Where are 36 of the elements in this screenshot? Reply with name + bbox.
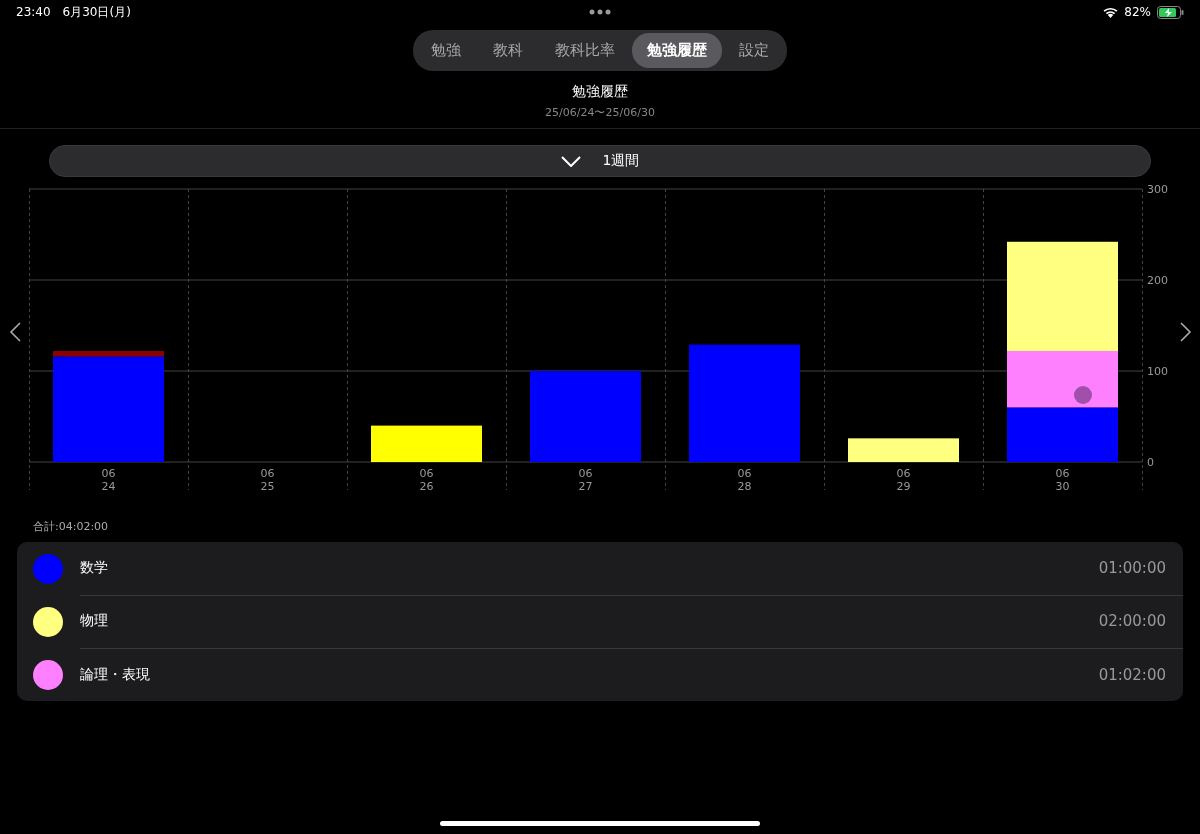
x-axis-label: 06 28 (737, 467, 752, 493)
date-range: 25/06/24〜25/06/30 (544, 105, 656, 120)
subject-name: 数学 (80, 559, 108, 577)
chevron-right-icon (1179, 322, 1192, 342)
tab[interactable]: 教科比率 (540, 33, 630, 68)
y-axis-label: 100 (1147, 365, 1168, 378)
subject-time: 01:02:00 (1098, 665, 1166, 684)
x-axis-label: 06 26 (419, 467, 434, 493)
x-axis-label: 06 24 (101, 467, 116, 493)
chevron-left-icon (8, 322, 21, 342)
battery-charging-icon (1157, 5, 1184, 19)
tab[interactable]: 教科 (478, 33, 538, 68)
battery-percent: 82% (1124, 5, 1151, 19)
wifi-icon (1103, 6, 1119, 18)
subject-name: 物理 (80, 612, 108, 630)
total-time: 合計:04:02:00 (32, 519, 110, 534)
tab[interactable]: 勉強履歴 (632, 33, 722, 68)
more-icon[interactable] (589, 9, 611, 15)
status-time: 23:40 (16, 5, 51, 19)
y-axis-label: 0 (1147, 456, 1154, 469)
page-title: 勉強履歴 (571, 83, 629, 101)
x-axis-label: 06 30 (1055, 467, 1070, 493)
x-axis-label: 06 29 (896, 467, 911, 493)
subject-name: 論理・表現 (80, 665, 150, 684)
chevron-down-icon (560, 155, 581, 167)
touch-marker-icon (1074, 386, 1092, 404)
x-axis-label: 06 25 (260, 467, 275, 493)
tab[interactable]: 勉強 (416, 33, 476, 68)
period-dropdown[interactable]: 1週間 (49, 145, 1151, 177)
subject-time: 02:00:00 (1098, 612, 1166, 630)
subject-time: 01:00:00 (1098, 559, 1166, 577)
tab[interactable]: 設定 (724, 33, 784, 68)
status-date: 6月30日(月) (62, 3, 131, 21)
y-axis-label: 300 (1147, 183, 1168, 196)
y-axis-label: 200 (1147, 274, 1168, 287)
x-axis-label: 06 27 (578, 467, 593, 493)
